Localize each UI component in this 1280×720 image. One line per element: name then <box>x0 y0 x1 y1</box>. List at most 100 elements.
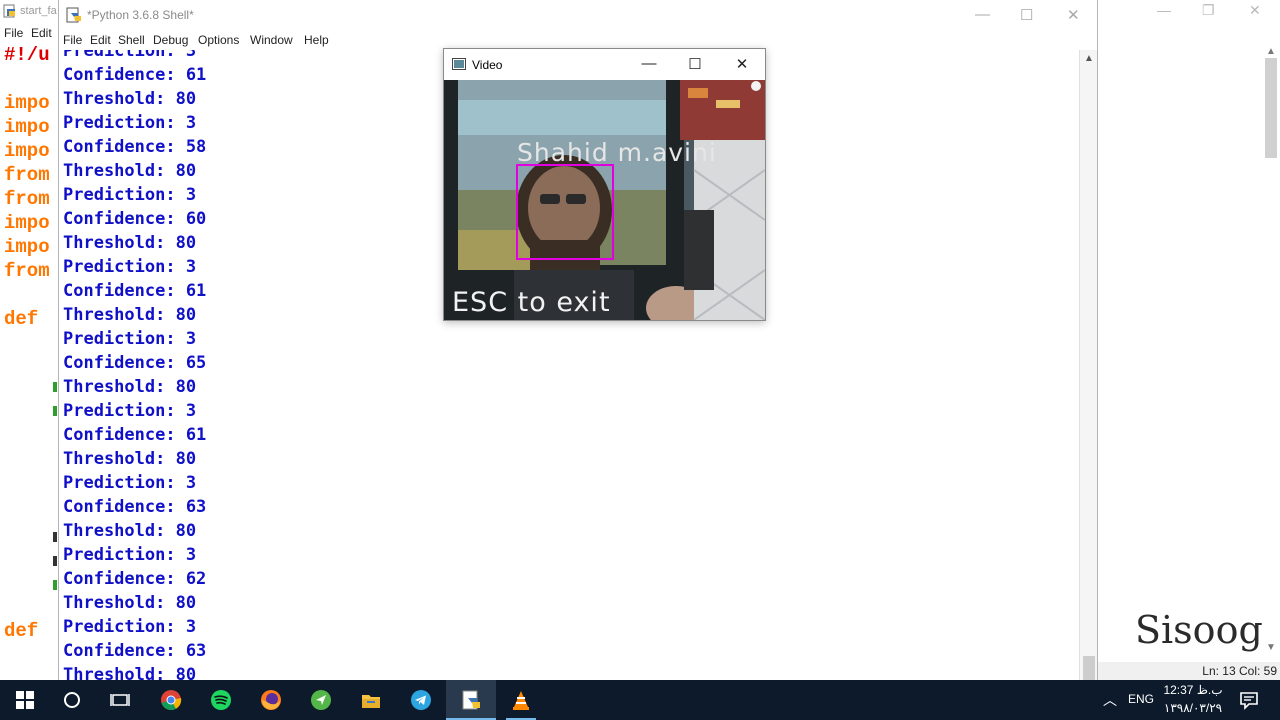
action-center-icon[interactable] <box>1238 689 1260 711</box>
code-line: impo <box>4 116 50 138</box>
shell-output-line: Threshold: 80 <box>63 521 197 541</box>
menu-edit[interactable]: Edit <box>90 33 111 47</box>
code-fragment <box>53 580 57 590</box>
shell-output-line: Prediction: 3 <box>63 257 197 277</box>
scroll-down-icon[interactable]: ▼ <box>1266 642 1276 653</box>
code-fragment <box>53 382 57 392</box>
shell-output-line: Prediction: 3 <box>63 329 197 349</box>
shell-output-line: Prediction: 3 <box>63 545 197 565</box>
taskbar-chrome[interactable] <box>146 680 196 720</box>
vpn-icon <box>311 690 331 710</box>
taskbar-spotify[interactable] <box>196 680 246 720</box>
shell-output-line: Threshold: 80 <box>63 665 197 680</box>
taskbar-python-idle[interactable] <box>446 680 496 720</box>
clock-date[interactable]: ۱۳۹۸/۰۳/۲۹ <box>1156 701 1230 715</box>
telegram-icon <box>411 690 431 710</box>
restore-icon[interactable]: ❐ <box>1202 2 1215 19</box>
scrollbar-thumb[interactable] <box>1265 58 1277 158</box>
shell-output-line: Confidence: 60 <box>63 209 207 229</box>
folder-icon <box>362 695 380 708</box>
code-line: from <box>4 260 50 282</box>
shell-output-lines: Prediction: 3 Confidence: 61 Threshold: 80… <box>63 50 206 680</box>
close-icon[interactable]: ✕ <box>1249 2 1261 19</box>
watermark-logo: Sisoog <box>1135 608 1263 652</box>
code-fragment <box>53 556 57 566</box>
exit-hint-label: ESC to exit <box>452 287 611 318</box>
shell-output-line: Confidence: 63 <box>63 497 207 517</box>
code-line: impo <box>4 140 50 162</box>
shell-vertical-scrollbar[interactable]: ▲ <box>1079 50 1097 680</box>
scrollbar-thumb[interactable] <box>1083 656 1095 680</box>
shell-output-line: Prediction: 3 <box>63 617 197 637</box>
code-line: from <box>4 164 50 186</box>
minimize-icon[interactable]: — <box>634 55 664 75</box>
close-icon[interactable]: ✕ <box>1067 6 1080 24</box>
code-editor[interactable]: #!/u impo impo impo from from impo impo … <box>0 42 60 662</box>
code-line: impo <box>4 236 50 258</box>
menu-file[interactable]: File <box>63 33 82 47</box>
menu-debug[interactable]: Debug <box>153 33 188 47</box>
opencv-window-icon <box>452 58 466 70</box>
python-file-icon <box>3 4 15 18</box>
show-hidden-icons-icon[interactable]: ︿ <box>1102 690 1118 710</box>
desktop-screen: start_fa — ❐ ✕ File Edit #!/u impo impo … <box>0 0 1280 720</box>
cursor-position: Ln: 13 Col: 59 <box>1202 664 1277 678</box>
video-window[interactable]: Video — ☐ ✕ Shahid m.avini ESC to exit <box>443 48 766 321</box>
code-line: #!/u <box>4 44 50 66</box>
shell-output-line: Prediction: 3 <box>63 113 197 133</box>
menu-help[interactable]: Help <box>304 33 329 47</box>
shell-output-line: Threshold: 80 <box>63 161 197 181</box>
shell-menubar: File Edit Shell Debug Options Window Hel… <box>59 30 1097 50</box>
windows-logo-icon <box>16 691 34 709</box>
shell-output-line: Threshold: 80 <box>63 305 197 325</box>
scroll-up-icon[interactable]: ▲ <box>1084 53 1094 64</box>
clock-time[interactable]: 12:37 ب.ظ <box>1156 683 1230 697</box>
background-vertical-scrollbar[interactable]: ▲ ▼ <box>1262 42 1280 662</box>
taskbar: ︿ ENG 12:37 ب.ظ ۱۳۹۸/۰۳/۲۹ <box>0 680 1280 720</box>
python-idle-icon <box>66 7 81 23</box>
video-titlebar[interactable]: Video — ☐ ✕ <box>444 49 765 80</box>
shell-output-line: Prediction: 3 <box>63 473 197 493</box>
webcam-frame: Shahid m.avini ESC to exit <box>444 80 765 320</box>
code-line: impo <box>4 212 50 234</box>
code-line: def <box>4 308 39 330</box>
input-language[interactable]: ENG <box>1128 692 1154 706</box>
maximize-icon[interactable]: ☐ <box>1020 6 1033 24</box>
vlc-icon <box>513 691 529 710</box>
menu-shell[interactable]: Shell <box>118 33 145 47</box>
shell-output-line: Confidence: 61 <box>63 281 207 301</box>
watermark-text: Sisoog <box>1135 608 1263 652</box>
shell-output-line: Confidence: 61 <box>63 65 207 85</box>
shell-output-line: Threshold: 80 <box>63 233 197 253</box>
status-bar: Ln: 13 Col: 59 <box>1090 662 1280 680</box>
taskbar-vlc[interactable] <box>496 680 546 720</box>
taskbar-firefox[interactable] <box>246 680 296 720</box>
bg-menu-edit[interactable]: Edit <box>31 26 52 40</box>
bg-menu-file[interactable]: File <box>4 26 23 40</box>
shell-output-line: Threshold: 80 <box>63 89 197 109</box>
face-detection-box <box>516 164 614 260</box>
taskbar-file-explorer[interactable] <box>346 680 396 720</box>
shell-output-line: Confidence: 63 <box>63 641 207 661</box>
shell-output-line: Prediction: 3 <box>63 185 197 205</box>
python-idle-icon <box>462 690 480 710</box>
shell-output-line: Confidence: 62 <box>63 569 207 589</box>
minimize-icon[interactable]: — <box>1157 2 1171 18</box>
taskbar-vpn[interactable] <box>296 680 346 720</box>
close-icon[interactable]: ✕ <box>727 55 757 75</box>
minimize-icon[interactable]: — <box>975 6 990 23</box>
scroll-up-icon[interactable]: ▲ <box>1266 46 1276 57</box>
cortana-search-button[interactable] <box>47 680 97 720</box>
task-view-button[interactable] <box>95 680 145 720</box>
code-line: from <box>4 188 50 210</box>
maximize-icon[interactable]: ☐ <box>680 55 710 75</box>
taskbar-telegram[interactable] <box>396 680 446 720</box>
code-fragment <box>53 532 57 542</box>
shell-output-line: Confidence: 65 <box>63 353 207 373</box>
start-button[interactable] <box>0 680 50 720</box>
shell-titlebar[interactable]: *Python 3.6.8 Shell* — ☐ ✕ <box>59 0 1097 30</box>
shell-title: *Python 3.6.8 Shell* <box>87 8 194 22</box>
menu-options[interactable]: Options <box>198 33 239 47</box>
menu-window[interactable]: Window <box>250 33 293 47</box>
chrome-icon <box>161 690 182 711</box>
